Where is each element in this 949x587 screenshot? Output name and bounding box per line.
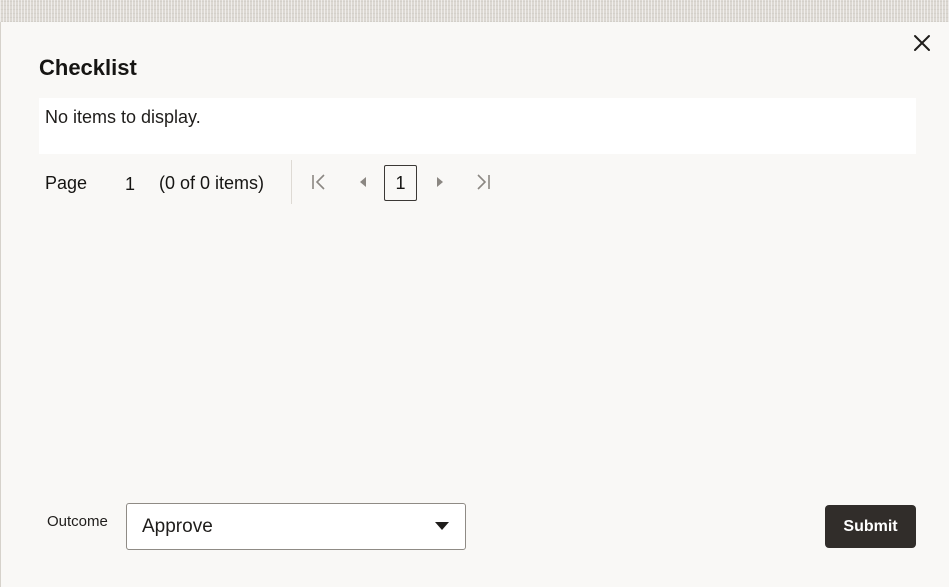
caret-down-icon [434, 521, 450, 531]
submit-button[interactable]: Submit [825, 505, 916, 548]
previous-page-button[interactable] [353, 172, 373, 192]
dialog-title: Checklist [39, 55, 137, 80]
next-page-icon [437, 177, 443, 187]
pagination-divider [291, 160, 292, 204]
pagination-bar: Page 1 (0 of 0 items) 1 [39, 160, 539, 204]
previous-page-icon [360, 177, 366, 187]
current-page-value: 1 [125, 174, 136, 194]
close-icon [914, 35, 930, 51]
first-page-button[interactable] [309, 172, 329, 192]
empty-message: No items to display. [45, 107, 201, 127]
page-backdrop [0, 0, 949, 22]
close-button[interactable] [910, 31, 934, 55]
checklist-table: No items to display. [39, 98, 916, 154]
checklist-dialog: Checklist No items to display. Page 1 (0… [0, 22, 949, 587]
last-page-button[interactable] [473, 172, 493, 192]
outcome-selected-value: Approve [142, 516, 213, 537]
next-page-button[interactable] [430, 172, 450, 192]
items-summary: (0 of 0 items) [159, 173, 265, 193]
outcome-label: Outcome [47, 513, 108, 530]
outcome-select[interactable]: Approve [126, 503, 466, 550]
last-page-icon [477, 174, 490, 190]
page-label: Page [45, 173, 88, 193]
first-page-icon [312, 174, 325, 190]
page-number-button[interactable]: 1 [384, 165, 417, 201]
